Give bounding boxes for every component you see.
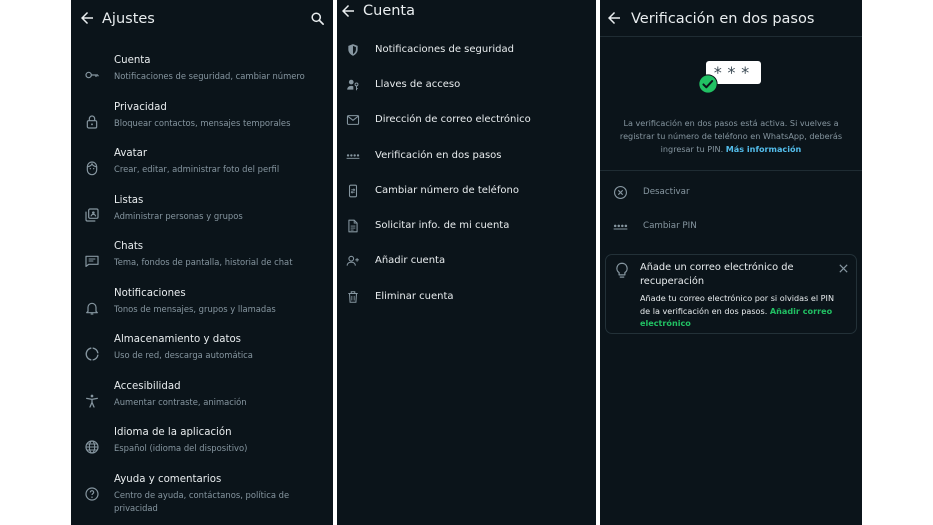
settings-item-accesibilidad[interactable]: Accesibilidad Aumentar contraste, animac… — [71, 380, 333, 426]
settings-item-title: Cuenta — [114, 55, 151, 66]
trash-icon — [348, 291, 358, 303]
back-arrow-icon[interactable] — [605, 9, 623, 27]
settings-item-title: Almacenamiento y datos — [114, 334, 241, 345]
account-screen: Cuenta Notificaciones de seguridad Llave… — [337, 0, 596, 525]
lock-icon — [86, 115, 98, 129]
settings-item-subtitle: Uso de red, descarga automática — [114, 350, 253, 360]
account-item-passkeys[interactable]: Llaves de acceso — [337, 71, 596, 101]
avatar-icon — [86, 161, 98, 176]
settings-item-title: Chats — [114, 241, 144, 252]
settings-item-subtitle: Bloquear contactos, mensajes temporales — [114, 118, 291, 128]
header-divider — [600, 36, 862, 37]
account-item-label: Cambiar número de teléfono — [375, 185, 519, 196]
account-item-email[interactable]: Dirección de correo electrónico — [337, 106, 596, 136]
settings-item-title: Notificaciones — [114, 288, 186, 299]
bell-icon — [86, 302, 98, 315]
card-title: Añade un correo electrónico de recuperac… — [640, 262, 794, 287]
recovery-email-card: Añade un correo electrónico de recuperac… — [605, 254, 857, 334]
accessibility-icon — [86, 394, 98, 408]
account-item-two-step[interactable]: Verificación en dos pasos — [337, 142, 596, 172]
settings-header: Ajustes — [71, 0, 333, 36]
option-label: Cambiar PIN — [643, 221, 697, 231]
settings-item-subtitle: Administrar personas y grupos — [114, 211, 243, 221]
settings-item-title: Avatar — [114, 148, 148, 159]
account-item-label: Añadir cuenta — [375, 255, 446, 266]
settings-item-listas[interactable]: Listas Administrar personas y grupos — [71, 194, 333, 240]
settings-item-subtitle: Aumentar contraste, animación — [114, 397, 247, 407]
back-arrow-icon[interactable] — [339, 2, 357, 20]
page-title: Verificación en dos pasos — [631, 11, 815, 27]
check-badge-icon — [698, 74, 718, 94]
shield-icon — [348, 44, 358, 56]
phone-change-icon — [348, 184, 358, 198]
section-divider — [600, 170, 862, 171]
account-item-label: Eliminar cuenta — [375, 291, 454, 302]
settings-item-ayuda[interactable]: Ayuda y comentarios Centro de ayuda, con… — [71, 473, 333, 519]
settings-item-title: Listas — [114, 195, 144, 206]
account-item-request-info[interactable]: Solicitar info. de mi cuenta — [337, 212, 596, 242]
two-step-screen: Verificación en dos pasos *** La verific… — [600, 0, 862, 525]
account-item-delete-account[interactable]: Eliminar cuenta — [337, 283, 596, 313]
account-item-label: Notificaciones de seguridad — [375, 44, 514, 55]
settings-item-title: Privacidad — [114, 102, 167, 113]
passkey-icon — [347, 79, 359, 91]
search-icon[interactable] — [310, 11, 325, 26]
account-item-change-number[interactable]: Cambiar número de teléfono — [337, 177, 596, 207]
account-item-label: Dirección de correo electrónico — [375, 114, 531, 125]
pin-dots-icon — [346, 154, 360, 159]
lists-icon — [85, 208, 99, 222]
key-icon — [85, 71, 99, 79]
settings-item-subtitle: Español (idioma del dispositivo) — [114, 443, 248, 453]
settings-item-almacenamiento[interactable]: Almacenamiento y datos Uso de red, desca… — [71, 333, 333, 379]
email-icon — [346, 115, 360, 125]
more-info-link[interactable]: Más información — [726, 144, 802, 154]
settings-item-avatar[interactable]: Avatar Crear, editar, administrar foto d… — [71, 147, 333, 193]
account-item-security-notifications[interactable]: Notificaciones de seguridad — [337, 36, 596, 66]
account-item-add-account[interactable]: Añadir cuenta — [337, 247, 596, 277]
settings-item-subtitle: Tonos de mensajes, grupos y llamadas — [114, 304, 276, 314]
settings-item-subtitle: Tema, fondos de pantalla, historial de c… — [114, 257, 293, 267]
globe-icon — [85, 440, 99, 454]
account-header: Cuenta — [337, 0, 596, 36]
option-label: Desactivar — [643, 187, 690, 197]
pin-illustration: *** — [698, 61, 762, 95]
settings-screen: Ajustes Cuenta Notificaciones de segurid… — [71, 0, 333, 525]
settings-item-title: Idioma de la aplicación — [114, 427, 232, 438]
settings-item-title: Accesibilidad — [114, 381, 181, 392]
page-title: Cuenta — [363, 3, 415, 19]
pin-dots-icon — [613, 224, 628, 230]
settings-item-chats[interactable]: Chats Tema, fondos de pantalla, historia… — [71, 240, 333, 286]
settings-item-subtitle: Crear, editar, administrar foto del perf… — [114, 164, 280, 174]
chat-icon — [85, 255, 99, 267]
settings-item-title: Ayuda y comentarios — [114, 474, 222, 485]
account-item-label: Llaves de acceso — [375, 79, 461, 90]
two-step-header: Verificación en dos pasos — [600, 0, 862, 36]
settings-item-notificaciones[interactable]: Notificaciones Tonos de mensajes, grupos… — [71, 287, 333, 333]
settings-item-cuenta[interactable]: Cuenta Notificaciones de seguridad, camb… — [71, 54, 333, 100]
storage-icon — [85, 347, 99, 361]
two-step-description: La verificación en dos pasos está activa… — [614, 117, 848, 156]
settings-item-privacidad[interactable]: Privacidad Bloquear contactos, mensajes … — [71, 101, 333, 147]
help-icon — [85, 487, 99, 501]
settings-item-subtitle: Notificaciones de seguridad, cambiar núm… — [114, 71, 305, 81]
document-icon — [348, 219, 358, 233]
lightbulb-icon — [616, 262, 628, 278]
disable-icon — [614, 186, 627, 199]
account-item-label: Verificación en dos pasos — [375, 150, 502, 161]
disable-option[interactable]: Desactivar — [600, 180, 862, 206]
account-item-label: Solicitar info. de mi cuenta — [375, 220, 510, 231]
card-text-block: Añade tu correo electrónico por si olvid… — [640, 292, 845, 330]
page-title: Ajustes — [102, 11, 155, 27]
settings-item-idioma[interactable]: Idioma de la aplicación Español (idioma … — [71, 426, 333, 472]
add-person-icon — [346, 255, 359, 266]
change-pin-option[interactable]: Cambiar PIN — [600, 214, 862, 240]
settings-item-subtitle: Centro de ayuda, contáctanos, política d… — [114, 490, 290, 513]
back-arrow-icon[interactable] — [78, 9, 96, 27]
close-icon[interactable] — [838, 263, 849, 274]
